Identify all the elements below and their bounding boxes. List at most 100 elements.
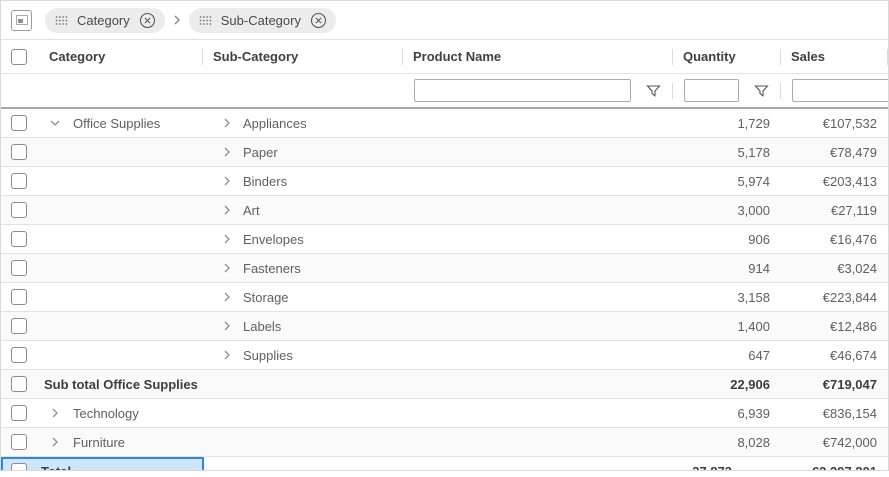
column-header-product-name[interactable]: Product Name	[403, 40, 673, 73]
row-checkbox[interactable]	[11, 463, 27, 471]
chevron-right-icon	[172, 14, 182, 26]
row-checkbox-cell	[1, 399, 39, 427]
table-row: Envelopes 906 €16,476	[1, 225, 888, 254]
table-row: Art 3,000 €27,119	[1, 196, 888, 225]
filter-cell-quantity	[673, 74, 781, 107]
column-header-sub-category[interactable]: Sub-Category	[203, 40, 403, 73]
product-name-filter-menu-button[interactable]	[646, 84, 661, 98]
category-cell: Technology	[39, 399, 203, 427]
chevron-right-icon[interactable]	[221, 146, 233, 158]
row-checkbox-cell	[1, 370, 39, 398]
row-checkbox[interactable]	[11, 144, 27, 160]
sub-category-label: Paper	[243, 145, 278, 160]
product-name-cell	[403, 312, 673, 340]
row-checkbox[interactable]	[11, 115, 27, 131]
row-checkbox-cell	[1, 138, 39, 166]
category-cell: Office Supplies	[39, 109, 203, 137]
sub-category-cell: Supplies	[203, 341, 403, 369]
row-checkbox[interactable]	[11, 434, 27, 450]
funnel-icon	[754, 84, 769, 98]
sales-value: €107,532	[781, 109, 888, 137]
column-header-sales[interactable]: Sales	[781, 40, 888, 73]
row-checkbox[interactable]	[11, 376, 27, 392]
remove-group-icon[interactable]	[310, 12, 327, 29]
quantity-filter-menu-button[interactable]	[754, 84, 769, 98]
sales-value: €3,024	[781, 254, 888, 282]
sub-category-cell: Appliances	[203, 109, 403, 137]
sales-value: €16,476	[781, 225, 888, 253]
filter-empty-cell	[39, 74, 203, 107]
category-cell	[39, 167, 203, 195]
group-panel-toggle-button[interactable]	[11, 10, 32, 31]
category-cell: Furniture	[39, 428, 203, 456]
drag-handle-icon	[55, 16, 68, 25]
total-label: Total	[27, 464, 71, 472]
chevron-right-icon[interactable]	[49, 407, 61, 419]
product-name-cell	[403, 254, 673, 282]
column-header-category[interactable]: Category	[39, 40, 203, 73]
row-checkbox[interactable]	[11, 260, 27, 276]
quantity-value: 8,028	[673, 428, 781, 456]
sales-value: €836,154	[781, 399, 888, 427]
chevron-down-icon[interactable]	[49, 117, 61, 129]
column-header-quantity[interactable]: Quantity	[673, 40, 781, 73]
product-name-cell	[403, 196, 673, 224]
row-checkbox[interactable]	[11, 405, 27, 421]
row-checkbox-cell	[1, 225, 39, 253]
product-name-cell	[365, 457, 635, 471]
chevron-right-icon[interactable]	[221, 349, 233, 361]
row-checkbox[interactable]	[11, 347, 27, 363]
row-checkbox[interactable]	[11, 173, 27, 189]
chevron-right-icon[interactable]	[221, 291, 233, 303]
chevron-right-icon[interactable]	[221, 117, 233, 129]
row-checkbox[interactable]	[11, 231, 27, 247]
table-row: Binders 5,974 €203,413	[1, 167, 888, 196]
row-checkbox-cell	[1, 196, 39, 224]
panel-icon	[16, 15, 28, 25]
sales-value: €223,844	[781, 283, 888, 311]
column-header-label: Sub-Category	[213, 49, 298, 64]
quantity-value: 3,000	[673, 196, 781, 224]
group-chip-category[interactable]: Category	[45, 8, 165, 33]
chevron-right-icon[interactable]	[221, 204, 233, 216]
chevron-right-icon[interactable]	[221, 320, 233, 332]
chevron-right-icon[interactable]	[221, 175, 233, 187]
filter-cell-sales	[781, 74, 889, 107]
chevron-right-icon[interactable]	[221, 233, 233, 245]
sales-value: €46,674	[781, 341, 888, 369]
row-checkbox-cell	[1, 341, 39, 369]
sales-filter-input[interactable]	[792, 79, 889, 102]
row-checkbox-cell	[1, 312, 39, 340]
category-label: Technology	[73, 406, 139, 421]
table-row: Storage 3,158 €223,844	[1, 283, 888, 312]
chevron-right-icon[interactable]	[221, 262, 233, 274]
sub-category-label: Labels	[243, 319, 281, 334]
quantity-filter-input[interactable]	[684, 79, 739, 102]
row-checkbox[interactable]	[11, 318, 27, 334]
selected-total-cell[interactable]: Total	[1, 457, 204, 471]
sales-value: €742,000	[781, 428, 888, 456]
group-chip-sub-category[interactable]: Sub-Category	[189, 8, 336, 33]
chevron-right-icon[interactable]	[49, 436, 61, 448]
remove-group-icon[interactable]	[139, 12, 156, 29]
category-label: Office Supplies	[73, 116, 160, 131]
row-checkbox-cell	[1, 167, 39, 195]
sales-value: €27,119	[781, 196, 888, 224]
group-chip-label: Category	[77, 13, 130, 28]
category-cell	[39, 341, 203, 369]
subtotal-row: Sub total Office Supplies 22,906 €719,04…	[1, 370, 888, 399]
sales-value: €719,047	[781, 370, 888, 398]
row-checkbox[interactable]	[11, 202, 27, 218]
product-name-filter-input[interactable]	[414, 79, 631, 102]
row-checkbox-cell	[1, 283, 39, 311]
group-chip-label: Sub-Category	[221, 13, 301, 28]
sub-category-cell: Storage	[203, 283, 403, 311]
category-cell	[39, 254, 203, 282]
category-cell	[39, 225, 203, 253]
row-checkbox[interactable]	[11, 289, 27, 305]
select-all-checkbox[interactable]	[11, 49, 27, 65]
sub-category-cell: Art	[203, 196, 403, 224]
table-row: Office Supplies Appliances 1,729 €107,53…	[1, 109, 888, 138]
table-row: Furniture 8,028 €742,000	[1, 428, 888, 457]
sales-value: €2,297,201	[743, 457, 888, 471]
